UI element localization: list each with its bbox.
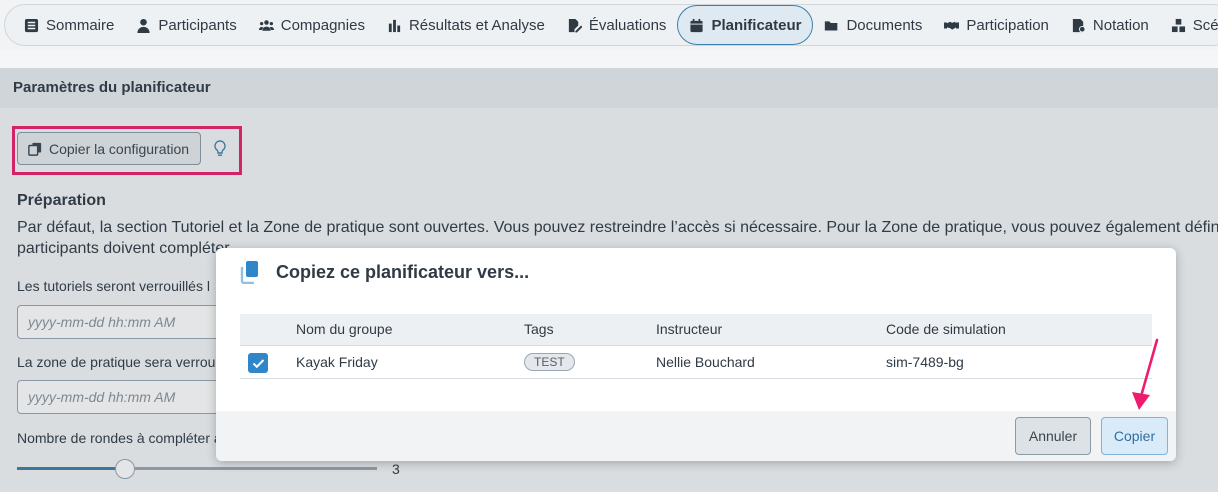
user-icon [137,18,150,33]
tab-participation[interactable]: Participation [933,5,1060,45]
copy-icon [240,261,258,284]
folder-icon [825,20,838,30]
col-tags: Tags [524,314,656,346]
cancel-button[interactable]: Annuler [1015,417,1091,455]
table-row[interactable]: Kayak Friday TEST Nellie Bouchard sim-74… [240,345,1152,379]
dialog-title: Copiez ce planificateur vers... [276,262,530,282]
table-header-row: Nom du groupe Tags Instructeur Code de s… [240,314,1152,346]
bar-chart-icon [388,19,401,32]
col-simulation-code: Code de simulation [886,314,1152,346]
tab-label: Évaluations [588,16,667,34]
nav-tabs: Sommaire Participants Compagnies Résulta… [4,4,1218,46]
copy-button[interactable]: Copier [1101,417,1168,455]
boxes-icon [1171,18,1185,32]
tab-label: Scénario [1192,16,1218,34]
tab-sommaire[interactable]: Sommaire [13,5,125,45]
tab-notation[interactable]: Notation [1060,5,1160,45]
groups-table: Nom du groupe Tags Instructeur Code de s… [240,314,1152,379]
col-group-name: Nom du groupe [296,314,524,346]
check-icon [252,358,264,368]
users-icon [258,19,274,31]
tab-scenario[interactable]: Scénario [1160,5,1218,45]
col-instructor: Instructeur [656,314,886,346]
list-icon [24,18,39,32]
row-instructor: Nellie Bouchard [656,345,886,379]
tab-label: Notation [1092,16,1149,34]
row-tags-cell: TEST [524,345,656,379]
row-checkbox[interactable] [248,353,268,373]
tab-compagnies[interactable]: Compagnies [248,5,376,45]
tab-planificateur[interactable]: Planificateur [677,5,814,45]
tab-evaluations[interactable]: Évaluations [556,5,678,45]
grade-icon [1072,18,1086,33]
top-nav: Sommaire Participants Compagnies Résulta… [0,0,1218,50]
edit-icon [568,18,582,33]
tab-label: Compagnies [280,16,365,34]
tag-badge: TEST [524,352,575,371]
handshake-icon [944,21,960,30]
calendar-icon [690,18,704,32]
row-select-cell [240,345,296,379]
dialog-footer: Annuler Copier [216,411,1176,461]
tab-resultats[interactable]: Résultats et Analyse [376,5,556,45]
col-select [240,314,296,346]
tab-label: Résultats et Analyse [408,16,545,34]
tab-label: Participation [966,16,1049,34]
dialog-header: Copiez ce planificateur vers... [216,248,1176,298]
tab-label: Documents [846,16,923,34]
tab-documents[interactable]: Documents [813,5,933,45]
tab-label: Sommaire [46,16,115,34]
copy-planner-dialog: Copiez ce planificateur vers... Nom du g… [216,248,1176,461]
tab-participants[interactable]: Participants [125,5,247,45]
row-group-name: Kayak Friday [296,345,524,379]
row-simulation-code: sim-7489-bg [886,345,1152,379]
annotation-arrow-icon [1132,338,1159,410]
tab-label: Participants [158,16,237,34]
tab-label: Planificateur [711,16,802,34]
